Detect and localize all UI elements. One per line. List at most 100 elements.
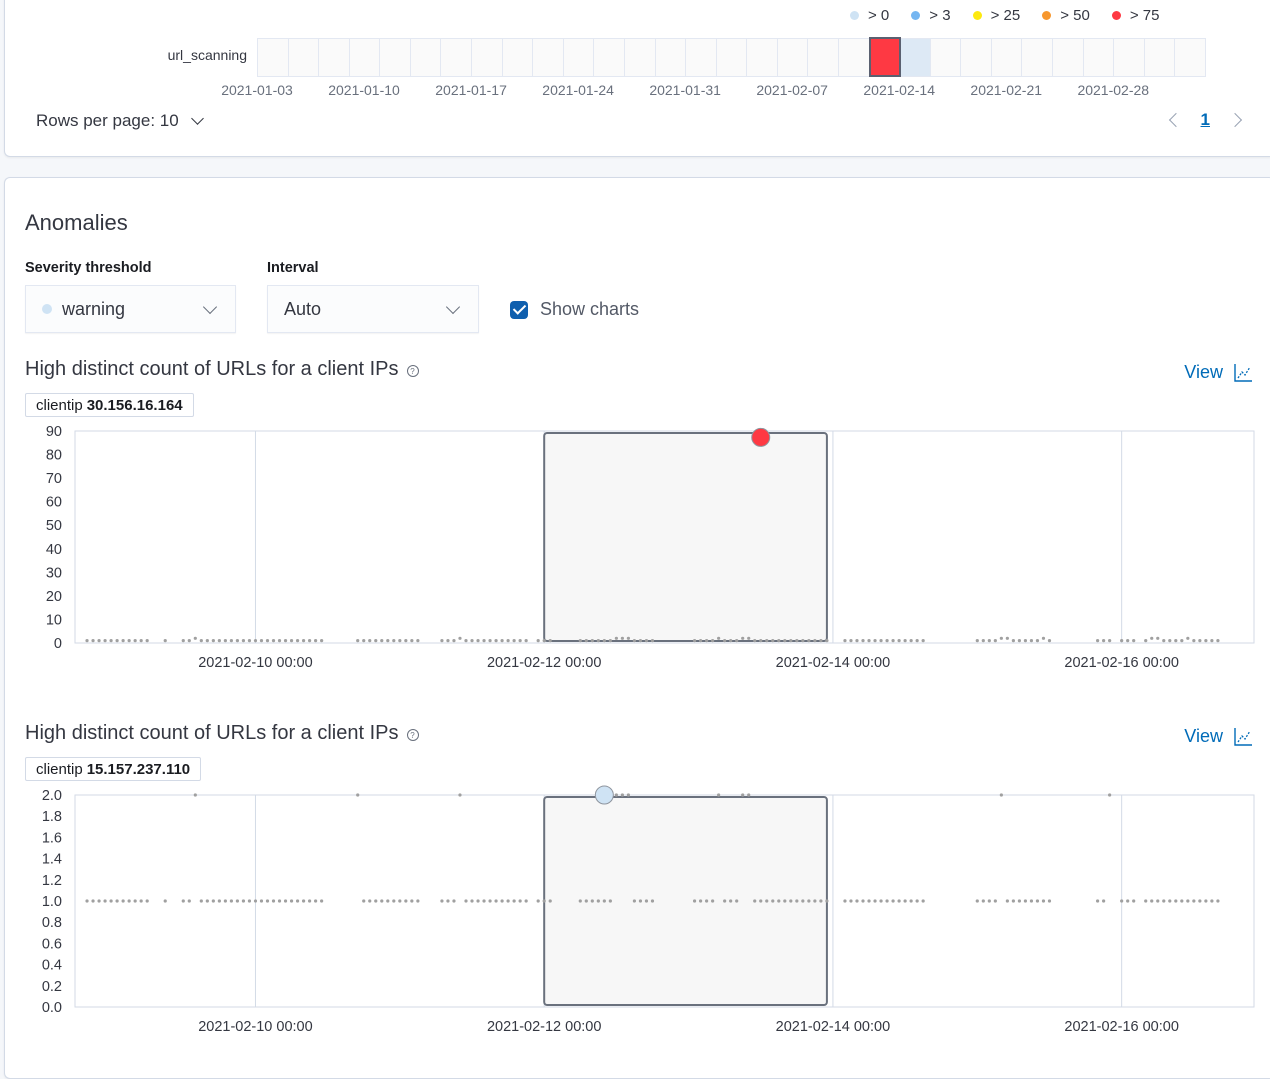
data-point [807,639,811,643]
data-point [211,639,215,643]
swimlane-cell[interactable] [533,38,564,76]
data-point [753,639,757,643]
swimlane-cell[interactable] [900,38,931,76]
swimlane-cell[interactable] [258,38,289,76]
data-point [85,639,89,643]
data-point [885,639,889,643]
swimlane-cell[interactable] [1022,38,1054,76]
data-point [626,793,631,797]
data-point [229,639,233,643]
swimlane-cell[interactable] [1114,38,1145,76]
swimlane-cell[interactable] [1144,38,1176,76]
swimlane-cell[interactable] [747,38,778,76]
help-icon[interactable]: ? [406,729,419,741]
swimlane-cell[interactable] [624,38,656,76]
data-point [1174,899,1178,903]
swimlane-cell[interactable] [472,38,503,76]
data-point [602,639,606,643]
swimlane-cell[interactable] [594,38,625,76]
data-point [392,899,396,903]
data-point [362,639,366,643]
data-point [1017,899,1022,903]
data-point [1156,899,1160,903]
data-point [211,899,215,903]
page-1-link[interactable]: 1 [1201,110,1210,130]
data-point [620,636,624,640]
next-page-icon[interactable] [1227,112,1243,128]
data-point [265,639,270,643]
show-charts-label: Show charts [540,299,640,319]
data-point [765,639,769,643]
swimlane-cell[interactable] [808,38,839,76]
chart-2-view-link[interactable]: View [1184,726,1253,747]
data-point [121,639,125,643]
interval-select[interactable]: Auto [267,285,479,333]
y-tick-label: 1.4 [42,852,62,868]
data-point [987,639,991,643]
swimlane-cell[interactable] [1083,38,1115,76]
swimlane-cell[interactable] [686,38,717,76]
swimlane-cell[interactable] [716,38,748,76]
data-point [301,639,306,643]
swimlane-cell[interactable] [930,38,962,76]
swimlane-cell[interactable] [1053,38,1084,76]
data-point [368,899,372,903]
swimlane-cell[interactable] [777,38,809,76]
previous-page-icon[interactable] [1168,112,1183,128]
swimlane-cell[interactable] [349,38,381,76]
data-point [723,899,727,903]
x-tick-label: 2021-02-12 00:00 [487,1019,602,1035]
chart-1-view-link[interactable]: View [1184,362,1253,383]
swimlane-cell[interactable] [502,38,534,76]
data-point [975,899,979,903]
swimlane-row[interactable] [257,37,1206,77]
swimlane-cell[interactable] [838,38,870,76]
legend-item: > 3 [911,7,951,24]
swimlane-cell[interactable] [380,38,411,76]
view-label: View [1184,726,1223,746]
swimlane-cell[interactable] [991,38,1023,76]
data-point [205,639,209,643]
data-point [819,639,823,643]
data-point [705,639,709,643]
visualize-icon [1234,727,1252,746]
swimlane-cell[interactable] [961,38,992,76]
swimlane-cell[interactable] [655,38,687,76]
data-point [584,899,588,903]
data-point [620,793,624,797]
legend-dot-icon [850,11,859,20]
swimlane-cell[interactable] [563,38,595,76]
swimlane-cell[interactable] [288,38,320,76]
checkbox-checked-icon[interactable] [510,300,528,319]
swimlane-cell[interactable] [410,38,442,76]
data-point [1126,899,1130,903]
rows-per-page-select[interactable]: Rows per page: 10 [36,111,204,131]
swimlane-cell[interactable] [868,37,902,77]
entity-field: clientip [36,396,83,414]
data-point [1192,899,1196,903]
chart-2-title: High distinct count of URLs for a client… [25,722,419,745]
swimlane-cell[interactable] [1175,38,1206,76]
data-point [741,793,745,797]
visualize-icon [1234,363,1252,382]
data-point [1174,639,1178,643]
data-point [223,639,227,643]
data-point [735,639,739,643]
swimlane-cell[interactable] [441,38,473,76]
help-icon[interactable]: ? [406,365,419,377]
data-point [1168,899,1172,903]
anomaly-chart-2[interactable]: 2021-02-10 00:00 2021-02-12 00:00 2021-02-… [0,784,1270,1046]
data-point [584,639,588,643]
view-label: View [1184,362,1223,382]
data-point [464,639,468,643]
data-point [843,899,847,903]
data-point [1120,899,1124,903]
swimlane-cell[interactable] [319,38,350,76]
data-point [855,899,859,903]
data-point [512,899,516,903]
data-point [873,899,877,903]
show-charts-checkbox[interactable]: Show charts [510,299,639,320]
severity-threshold-select[interactable]: warning [25,285,236,333]
anomaly-chart-1[interactable]: 2021-02-10 00:00 2021-02-12 00:00 2021-02-… [0,420,1270,680]
legend-label: > 3 [929,7,951,24]
